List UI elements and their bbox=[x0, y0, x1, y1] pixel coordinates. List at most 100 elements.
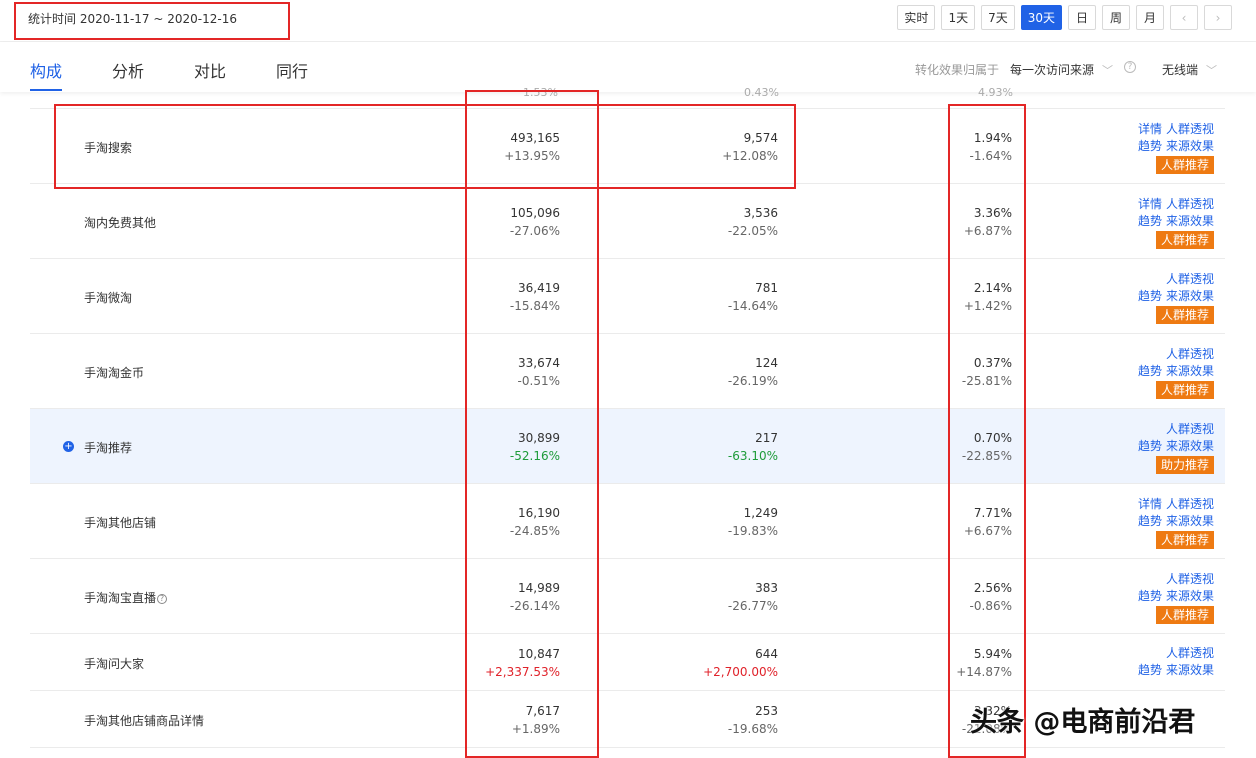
help-icon[interactable]: ? bbox=[157, 594, 168, 604]
visitors-value: 16,190 bbox=[518, 506, 560, 520]
trend-link[interactable]: 趋势 bbox=[1138, 438, 1162, 455]
conversion-change: -22.85% bbox=[961, 449, 1012, 463]
crowd-recommend-button[interactable]: 人群推荐 bbox=[1155, 156, 1214, 174]
visitors-change: +13.95% bbox=[504, 149, 560, 163]
source-name: 淘内免费其他 bbox=[84, 216, 157, 230]
source-name-wrap: 手淘淘宝直播? bbox=[84, 589, 168, 606]
boost-recommend-button[interactable]: 助力推荐 bbox=[1155, 456, 1214, 474]
attribution-value: 每一次访问来源 bbox=[1010, 63, 1095, 77]
device-select[interactable]: 无线端 ﹀ bbox=[1162, 61, 1217, 78]
trend-link[interactable]: 趋势 bbox=[1138, 513, 1162, 530]
cutoff-value: 0.43% bbox=[744, 86, 779, 99]
buyers-change: -19.83% bbox=[727, 524, 778, 538]
trend-link[interactable]: 趋势 bbox=[1138, 588, 1162, 605]
crowd-insight-link[interactable]: 人群透视 bbox=[1166, 421, 1214, 438]
source-effect-link[interactable]: 来源效果 bbox=[1166, 363, 1214, 380]
expand-plus-icon[interactable]: + bbox=[63, 441, 74, 452]
trend-link[interactable]: 趋势 bbox=[1138, 288, 1162, 305]
conversion-cell: 0.37% -25.81% bbox=[902, 354, 1012, 390]
source-name: 手淘微淘 bbox=[84, 291, 133, 305]
source-effect-link[interactable]: 来源效果 bbox=[1166, 213, 1214, 230]
crowd-insight-link[interactable]: 人群透视 bbox=[1166, 645, 1214, 662]
buyers-change: -19.68% bbox=[727, 722, 778, 736]
conversion-change: +1.42% bbox=[963, 299, 1012, 313]
conversion-change: +6.87% bbox=[963, 224, 1012, 238]
visitors-value: 105,096 bbox=[510, 206, 560, 220]
tab-compare[interactable]: 对比 bbox=[194, 58, 226, 82]
conversion-cell: 2.14% +1.42% bbox=[902, 279, 1012, 315]
conversion-change: -1.64% bbox=[969, 149, 1012, 163]
trend-link[interactable]: 趋势 bbox=[1138, 363, 1162, 380]
buyers-value: 781 bbox=[755, 281, 778, 295]
visitors-cell: 493,165 +13.95% bbox=[450, 129, 560, 165]
visitors-cell: 33,674 -0.51% bbox=[450, 354, 560, 390]
buyers-value: 1,249 bbox=[743, 506, 778, 520]
source-effect-link[interactable]: 来源效果 bbox=[1166, 588, 1214, 605]
period-month-button[interactable]: 月 bbox=[1136, 5, 1164, 30]
source-effect-link[interactable]: 来源效果 bbox=[1166, 138, 1214, 155]
crowd-recommend-button[interactable]: 人群推荐 bbox=[1155, 606, 1214, 624]
prev-period-icon[interactable]: ‹ bbox=[1170, 5, 1198, 30]
source-name: 手淘搜索 bbox=[84, 141, 133, 155]
crowd-recommend-button[interactable]: 人群推荐 bbox=[1155, 531, 1214, 549]
next-period-icon[interactable]: › bbox=[1204, 5, 1232, 30]
trend-link[interactable]: 趋势 bbox=[1138, 138, 1162, 155]
chevron-down-icon: ﹀ bbox=[1206, 64, 1218, 77]
visitors-change: -52.16% bbox=[509, 449, 560, 463]
buyers-cell: 644 +2,700.00% bbox=[668, 645, 778, 681]
visitors-cell: 10,847 +2,337.53% bbox=[450, 645, 560, 681]
period-realtime-button[interactable]: 实时 bbox=[897, 5, 936, 30]
conversion-value: 1.94% bbox=[973, 131, 1012, 145]
source-effect-link[interactable]: 来源效果 bbox=[1166, 662, 1214, 679]
source-effect-link[interactable]: 来源效果 bbox=[1166, 513, 1214, 530]
attribution-select[interactable]: 每一次访问来源 ﹀ bbox=[1010, 61, 1113, 78]
cutoff-value: 1.53% bbox=[523, 86, 558, 99]
buyers-cell: 253 -19.68% bbox=[668, 702, 778, 738]
crowd-insight-link[interactable]: 人群透视 bbox=[1166, 571, 1214, 588]
attribution-label: 转化效果归属于 bbox=[915, 63, 1000, 77]
visitors-change: -26.14% bbox=[509, 599, 560, 613]
tab-composition[interactable]: 构成 bbox=[30, 58, 62, 82]
period-1day-button[interactable]: 1天 bbox=[941, 5, 976, 30]
source-name: 手淘其他店铺商品详情 bbox=[84, 714, 205, 728]
visitors-cell: 7,617 +1.89% bbox=[450, 702, 560, 738]
conversion-value: 5.94% bbox=[973, 647, 1012, 661]
crowd-insight-link[interactable]: 人群透视 bbox=[1166, 121, 1214, 138]
buyers-value: 217 bbox=[755, 431, 778, 445]
visitors-value: 36,419 bbox=[518, 281, 560, 295]
buyers-cell: 781 -14.64% bbox=[668, 279, 778, 315]
tab-analysis[interactable]: 分析 bbox=[112, 58, 144, 82]
conversion-cell: 3.36% +6.87% bbox=[902, 204, 1012, 240]
period-week-button[interactable]: 周 bbox=[1102, 5, 1130, 30]
crowd-insight-link[interactable]: 人群透视 bbox=[1166, 271, 1214, 288]
crowd-recommend-button[interactable]: 人群推荐 bbox=[1155, 381, 1214, 399]
source-effect-link[interactable]: 来源效果 bbox=[1166, 288, 1214, 305]
crowd-recommend-button[interactable]: 人群推荐 bbox=[1155, 231, 1214, 249]
row-actions: 人群透视 趋势 来源效果 人群推荐 bbox=[1130, 271, 1214, 324]
period-day-button[interactable]: 日 bbox=[1068, 5, 1096, 30]
trend-link[interactable]: 趋势 bbox=[1138, 662, 1162, 679]
period-7day-button[interactable]: 7天 bbox=[981, 5, 1015, 30]
crowd-insight-link[interactable]: 人群透视 bbox=[1166, 496, 1214, 513]
buyers-value: 3,536 bbox=[743, 206, 778, 220]
detail-link[interactable]: 详情 bbox=[1138, 196, 1162, 213]
help-icon[interactable]: ? bbox=[1124, 61, 1136, 73]
trend-link[interactable]: 趋势 bbox=[1138, 213, 1162, 230]
period-30day-button[interactable]: 30天 bbox=[1020, 5, 1062, 30]
source-effect-link[interactable]: 来源效果 bbox=[1166, 438, 1214, 455]
detail-link[interactable]: 详情 bbox=[1138, 496, 1162, 513]
crowd-insight-link[interactable]: 人群透视 bbox=[1166, 196, 1214, 213]
detail-link[interactable]: 详情 bbox=[1138, 121, 1162, 138]
tab-peers[interactable]: 同行 bbox=[276, 58, 308, 82]
buyers-value: 9,574 bbox=[743, 131, 778, 145]
table-row: 手淘淘金币 33,674 -0.51% 124 -26.19% 0.37% -2… bbox=[30, 333, 1225, 408]
source-name: 手淘淘宝直播 bbox=[84, 591, 157, 605]
crowd-insight-link[interactable]: 人群透视 bbox=[1166, 346, 1214, 363]
crowd-recommend-button[interactable]: 人群推荐 bbox=[1155, 306, 1214, 324]
row-actions: 人群透视 趋势 来源效果 bbox=[1130, 645, 1214, 679]
buyers-value: 644 bbox=[755, 647, 778, 661]
chevron-down-icon: ﹀ bbox=[1102, 64, 1114, 77]
buyers-change: -22.05% bbox=[727, 224, 778, 238]
buyers-value: 253 bbox=[755, 704, 778, 718]
row-actions: 详情 人群透视 趋势 来源效果 人群推荐 bbox=[1130, 496, 1214, 549]
